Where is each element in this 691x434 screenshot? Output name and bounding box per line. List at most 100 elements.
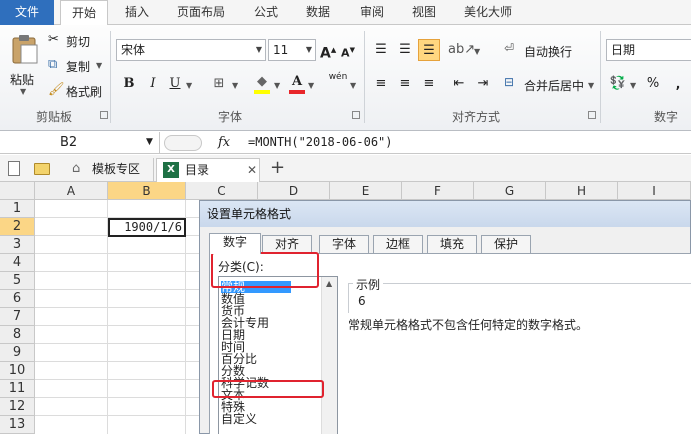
phonetic-dropdown-icon[interactable]: ▼ [350, 81, 356, 90]
comma-style-button[interactable]: , [668, 73, 688, 95]
font-name-combo[interactable]: 宋体 ▼ [116, 39, 266, 61]
orientation-dropdown-icon[interactable]: ▼ [474, 47, 480, 56]
column-header-active[interactable]: B [108, 182, 186, 200]
tab-workbook[interactable]: X 目录 ✕ [156, 158, 260, 182]
percent-button[interactable]: % [644, 73, 662, 95]
scroll-up-icon[interactable]: ▲ [326, 279, 332, 288]
font-size-combo[interactable]: 11 ▼ [268, 39, 316, 61]
row-header[interactable]: 5 [0, 272, 35, 290]
alignment-launcher-icon[interactable] [588, 111, 596, 119]
accounting-dropdown-icon[interactable]: ▼ [630, 81, 636, 90]
align-center-button[interactable]: ≡ [394, 73, 416, 95]
paste-dropdown-icon[interactable]: ▼ [20, 87, 26, 96]
row-header[interactable]: 4 [0, 254, 35, 272]
dialog-tab-fill[interactable]: 填充 [427, 235, 477, 253]
row-header[interactable]: 13 [0, 416, 35, 434]
row-header[interactable]: 10 [0, 362, 35, 380]
format-painter-button[interactable]: 🖌 格式刷 [48, 82, 108, 100]
gridline [35, 307, 199, 308]
copy-button[interactable]: ⧉ 复制 ▼ [48, 57, 108, 75]
fill-dropdown-icon[interactable]: ▼ [274, 81, 280, 90]
add-tab-button[interactable]: + [270, 158, 290, 182]
column-header[interactable]: F [402, 182, 474, 200]
fx-icon[interactable]: fx [218, 132, 230, 153]
tab-view[interactable]: 视图 [402, 0, 446, 25]
row-header[interactable]: 11 [0, 380, 35, 398]
number-format-combo[interactable]: 日期 [606, 39, 691, 61]
cut-label: 剪切 [66, 35, 91, 49]
tab-review[interactable]: 审阅 [350, 0, 394, 25]
dialog-tab-number[interactable]: 数字 [209, 233, 261, 254]
border-button[interactable]: ⊞ [208, 73, 230, 95]
tab-insert[interactable]: 插入 [114, 0, 160, 25]
row-header[interactable]: 9 [0, 344, 35, 362]
paste-button[interactable]: 粘贴 ▼ [6, 31, 42, 101]
font-color-dropdown-icon[interactable]: ▼ [308, 81, 314, 90]
column-header[interactable]: E [330, 182, 402, 200]
dialog-tab-border[interactable]: 边框 [373, 235, 423, 253]
open-folder-icon[interactable] [34, 163, 50, 175]
row-header[interactable]: 1 [0, 200, 35, 218]
align-left-icon: ≡ [375, 76, 387, 91]
align-left-button[interactable]: ≡ [370, 73, 392, 95]
column-header[interactable]: D [258, 182, 330, 200]
column-header[interactable]: C [186, 182, 258, 200]
shrink-font-button[interactable]: A▼ [340, 39, 356, 61]
tab-file[interactable]: 文件 [0, 0, 54, 25]
formula-input[interactable]: =MONTH("2018-06-06") [248, 132, 393, 153]
name-box[interactable]: B2 ▼ [0, 132, 160, 154]
tab-formulas[interactable]: 公式 [244, 0, 288, 25]
grow-font-button[interactable]: A▲ [320, 39, 336, 62]
column-header[interactable]: I [618, 182, 691, 200]
row-header[interactable]: 8 [0, 326, 35, 344]
dialog-tab-alignment[interactable]: 对齐 [262, 235, 312, 253]
dialog-tab-protection[interactable]: 保护 [481, 235, 531, 253]
underline-dropdown-icon[interactable]: ▼ [186, 81, 192, 90]
phonetic-button[interactable]: wén [328, 71, 348, 93]
column-header[interactable]: G [474, 182, 546, 200]
category-scrollbar[interactable]: ▲ [321, 277, 337, 434]
decrease-indent-button[interactable]: ⇤ [448, 73, 470, 95]
align-bottom-button[interactable]: ☰ [418, 39, 440, 61]
increase-indent-button[interactable]: ⇥ [472, 73, 494, 95]
dialog-tab-font[interactable]: 字体 [319, 235, 369, 253]
tab-page-layout[interactable]: 页面布局 [168, 0, 234, 25]
align-middle-button[interactable]: ☰ [394, 39, 416, 61]
font-color-button[interactable]: A [288, 71, 306, 94]
tab-home[interactable]: 开始 [60, 0, 108, 26]
row-header-active[interactable]: 2 [0, 218, 35, 236]
close-icon[interactable]: ✕ [247, 159, 257, 181]
merge-center-button[interactable]: ⊟ 合并后居中 ▼ [504, 75, 596, 95]
tab-beautify[interactable]: 美化大师 [455, 0, 521, 25]
underline-button[interactable]: U [166, 73, 184, 95]
font-launcher-icon[interactable] [352, 111, 360, 119]
fill-color-button[interactable]: ◆ [252, 71, 272, 94]
cut-button[interactable]: ✂ 剪切 [48, 32, 108, 50]
formula-bar-handle[interactable] [164, 135, 202, 151]
column-header[interactable]: A [35, 182, 108, 200]
cell-b2[interactable]: 1900/1/6 [108, 218, 186, 237]
align-right-button[interactable]: ≡ [418, 73, 440, 95]
italic-button[interactable]: I [144, 73, 162, 95]
tab-data[interactable]: 数据 [296, 0, 340, 25]
chevron-down-icon[interactable]: ▼ [146, 132, 153, 153]
category-item-custom[interactable]: 自定义 [221, 413, 257, 425]
column-header[interactable]: H [546, 182, 618, 200]
wrap-text-button[interactable]: ⏎ 自动换行 [504, 41, 584, 61]
clipboard-launcher-icon[interactable] [100, 111, 108, 119]
category-list[interactable]: 常规 数值 货币 会计专用 日期 时间 百分比 分数 科学记数 文本 特殊 自定… [218, 276, 338, 434]
copy-dropdown-icon[interactable]: ▼ [96, 61, 102, 70]
orientation-button[interactable]: ab↗ [448, 39, 475, 61]
tab-template-zone[interactable]: ⌂ 模板专区 [66, 158, 154, 182]
new-document-icon[interactable] [8, 161, 20, 176]
row-header[interactable]: 12 [0, 398, 35, 416]
row-header[interactable]: 7 [0, 308, 35, 326]
row-header[interactable]: 3 [0, 236, 35, 254]
accounting-format-button[interactable]: 💱 [608, 73, 628, 95]
select-all-corner[interactable] [0, 182, 35, 200]
bold-button[interactable]: B [120, 73, 138, 95]
align-middle-icon: ☰ [399, 42, 411, 57]
align-top-button[interactable]: ☰ [370, 39, 392, 61]
border-dropdown-icon[interactable]: ▼ [232, 81, 238, 90]
row-header[interactable]: 6 [0, 290, 35, 308]
